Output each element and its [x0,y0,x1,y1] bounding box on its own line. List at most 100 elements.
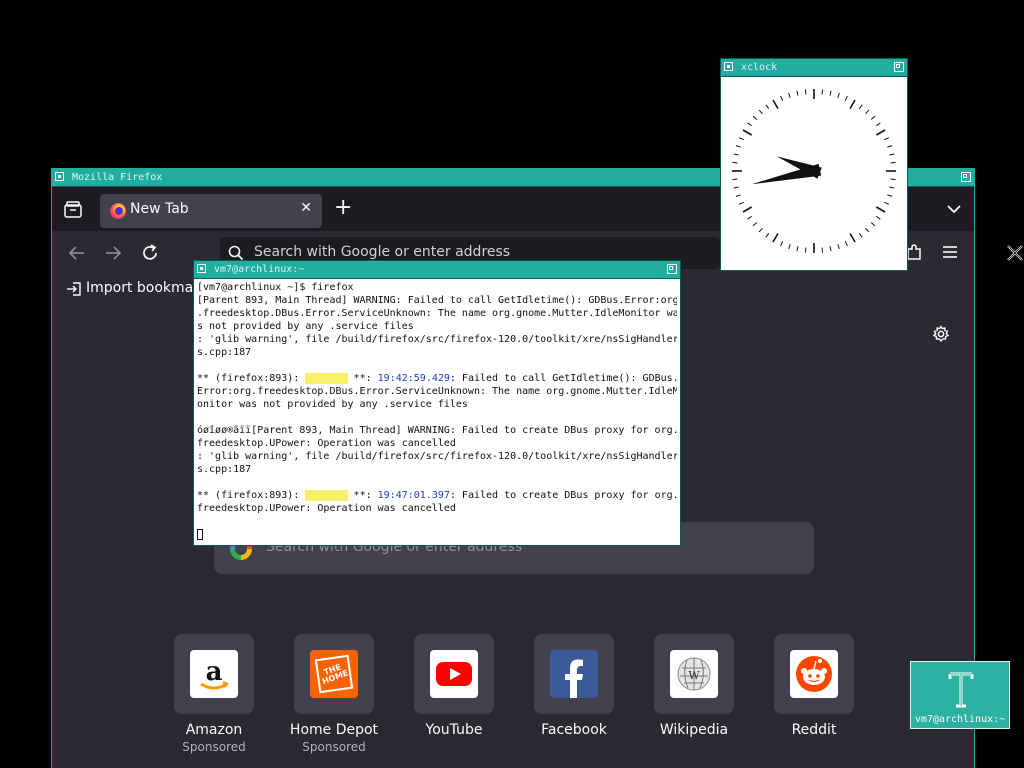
log-prefix: ** (firefox:893): [197,373,306,384]
reload-icon[interactable] [139,242,161,264]
site-tile[interactable] [774,634,854,714]
terminal-line: s not provided by any .service files [197,321,414,332]
clock-tick [844,95,848,101]
top-site-home-depot[interactable]: THE HOME Home Depot Sponsored [290,634,378,754]
clock-tick [735,194,741,197]
terminal-line: : 'glib warning', file /build/firefox/sr… [197,334,677,345]
iconified-terminal[interactable]: vm7@archlinux:~ [910,661,1010,729]
window-title: xclock [741,62,778,73]
clock-tick [780,241,784,247]
icon-label: vm7@archlinux:~ [914,714,1006,725]
clock-tick [837,92,840,98]
log-prefix: ** (firefox:893): [197,490,306,501]
top-site-youtube[interactable]: YouTube [414,634,494,738]
top-site-wikipedia[interactable]: W Wikipedia [654,634,734,738]
clock-tick [752,115,758,120]
clock-tick [890,178,896,181]
site-tile[interactable]: a [174,634,254,714]
xterm-window-titlebar[interactable]: vm7@archlinux:~ [194,261,680,279]
gear-icon[interactable] [932,325,950,343]
terminal-icon [948,672,974,708]
resize-icon[interactable] [961,172,971,182]
tab-list-icon[interactable] [62,199,84,221]
resize-icon[interactable] [894,62,904,72]
iconify-icon[interactable] [197,264,206,273]
terminal-line: Error:org.freedesktop.DBus.Error.Service… [197,386,677,397]
clock-tick [758,227,763,233]
terminal-line: [Parent 893, Main Thread] WARNING: Faile… [197,295,677,306]
log-sep: **: [347,490,378,501]
home-depot-icon: THE HOME [310,650,358,698]
clock-tick [889,186,895,189]
terminal-output[interactable]: [vm7@archlinux ~]$ firefox [Parent 893, … [197,281,677,543]
clock-tick [875,129,886,136]
terminal-line: ** (firefox:893): WARNING **: 19:42:59.4… [197,372,677,385]
terminal-line: .freedesktop.DBus.Error.ServiceUnknown: … [197,308,677,319]
youtube-icon [430,650,478,698]
chevron-down-icon[interactable] [944,199,964,219]
site-tile[interactable] [414,634,494,714]
clock-tick [889,153,895,156]
forward-arrow-icon[interactable] [102,242,124,264]
clock-tick [742,129,753,136]
clock-tick [733,153,739,156]
site-tile[interactable]: THE HOME [294,634,374,714]
site-label: Home Depot [289,722,379,738]
close-tab-icon[interactable]: ✕ [300,200,312,216]
xclock-window-titlebar[interactable]: xclock [721,59,907,77]
clock-tick [732,178,738,181]
log-message: : Failed to create DBus proxy for org. [449,490,677,501]
log-timestamp: 19:47:01.397 [377,490,450,501]
clock-tick [758,109,763,115]
terminal-line: [vm7@archlinux ~]$ firefox [197,282,354,293]
menu-icon[interactable] [940,242,960,262]
new-tab-button[interactable]: + [334,195,352,221]
facebook-icon [550,650,598,698]
clock-tick [772,99,779,110]
site-label: Facebook [541,722,607,738]
clock-tick [884,137,890,141]
import-icon [67,282,81,296]
terminal-prompt-line[interactable] [197,528,677,541]
clock-tick [742,206,753,213]
terminal-line: freedesktop.UPower: Operation was cancel… [197,438,456,449]
terminal-line: óøîøø®ãïï[Parent 893, Main Thread] WARNI… [197,425,677,436]
svg-text:a: a [206,657,223,687]
clock-tick [870,115,876,120]
site-label: Amazon [185,722,243,738]
terminal-line: freedesktop.UPower: Operation was cancel… [197,503,456,514]
log-message: : Failed to call GetIdletime(): GDBus. [449,373,677,384]
clock-tick [796,90,799,96]
top-site-reddit[interactable]: Reddit [774,634,854,738]
back-arrow-icon[interactable] [66,242,88,264]
clock-tick [865,227,870,233]
clock-tick [876,122,881,127]
site-tile[interactable]: W [654,634,734,714]
iconify-icon[interactable] [55,172,64,181]
iconify-icon[interactable] [724,62,733,71]
clock-tick [747,215,752,220]
clock-tick [876,215,881,220]
clock-tick [821,89,824,95]
resize-icon[interactable] [667,264,677,274]
terminal-line: : 'glib warning', file /build/firefox/sr… [197,451,677,462]
tab-label: New Tab [130,201,189,217]
clock-tick [735,145,741,148]
clock-tick [884,201,890,205]
top-site-amazon[interactable]: a Amazon Sponsored [174,634,254,754]
terminal-line: ** (firefox:893): WARNING **: 19:47:01.3… [197,489,677,502]
site-label: Wikipedia [659,722,729,738]
tab-new-tab[interactable]: New Tab ✕ [100,194,322,228]
svg-text:W: W [688,669,700,682]
clock-tick [788,92,791,98]
clock-tick [887,194,893,197]
close-icon[interactable] [1006,244,1024,262]
clock-tick [747,122,752,127]
firefox-logo-icon [110,203,126,219]
clock-tick [890,161,896,164]
site-tile[interactable] [534,634,614,714]
top-site-facebook[interactable]: Facebook [534,634,614,738]
